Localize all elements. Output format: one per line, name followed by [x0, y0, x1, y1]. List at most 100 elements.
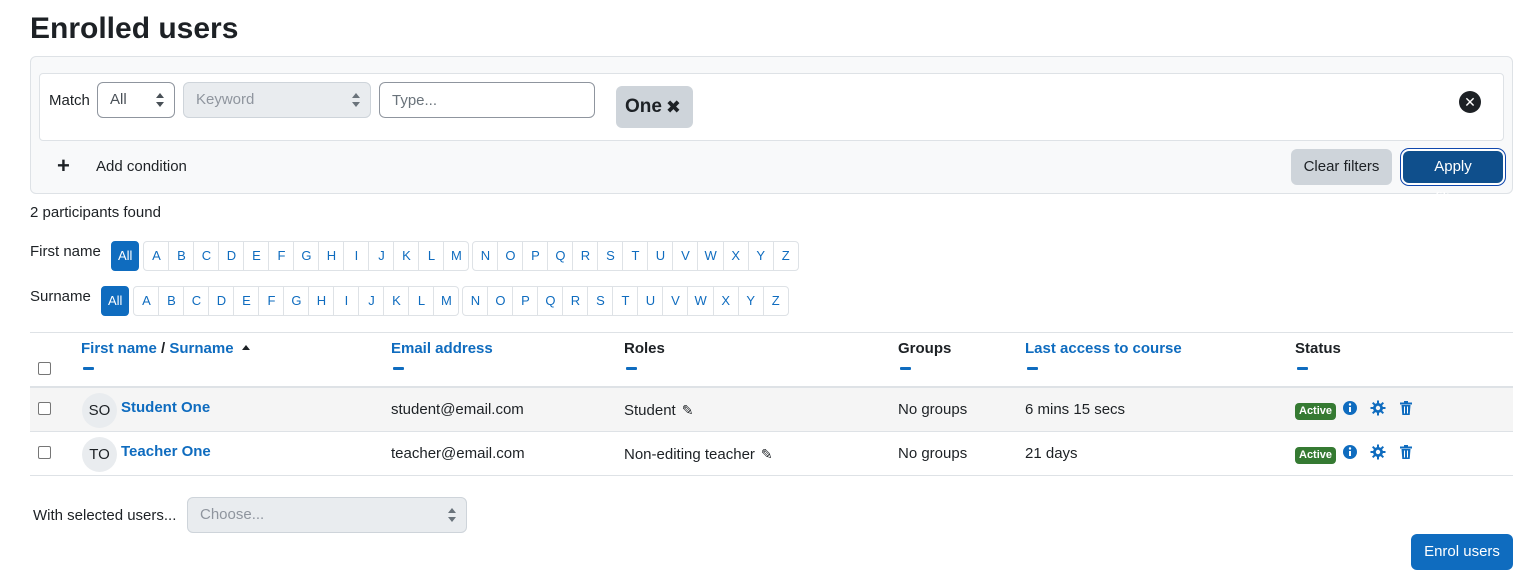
surname-initial-letter[interactable]: E [233, 286, 260, 316]
firstname-initial-letter[interactable]: Z [772, 241, 799, 271]
surname-initial-letter[interactable]: O [487, 286, 514, 316]
filter-chip[interactable]: One ✖ [616, 86, 693, 128]
participants-count: 2 participants found [30, 204, 161, 221]
surname-initial-letter[interactable]: S [587, 286, 614, 316]
row-select-checkbox[interactable] [38, 446, 51, 459]
user-groups: No groups [898, 401, 968, 418]
user-last-access: 21 days [1025, 445, 1078, 462]
firstname-initial-letter[interactable]: I [343, 241, 370, 271]
firstname-initial-letter[interactable]: E [243, 241, 270, 271]
user-name-link[interactable]: Student One [121, 398, 210, 418]
surname-initial-letter[interactable]: I [333, 286, 360, 316]
firstname-initial-letter[interactable]: T [622, 241, 649, 271]
gear-icon[interactable] [1370, 400, 1386, 416]
surname-initial-letter[interactable]: A [133, 286, 160, 316]
firstname-initial-letter[interactable]: V [672, 241, 699, 271]
bulk-action-select[interactable]: Choose... [187, 497, 467, 533]
surname-initial-letter[interactable]: J [358, 286, 385, 316]
firstname-initial-letter[interactable]: F [268, 241, 295, 271]
firstname-initial-letter[interactable]: W [697, 241, 724, 271]
surname-initial-letter[interactable]: G [283, 286, 310, 316]
firstname-initial-letter[interactable]: Q [547, 241, 574, 271]
surname-initial-letter[interactable]: F [258, 286, 285, 316]
select-all-checkbox[interactable] [38, 362, 51, 375]
surname-initial-letter[interactable]: Z [762, 286, 789, 316]
info-icon[interactable] [1342, 400, 1358, 416]
surname-initial-all[interactable]: All [101, 286, 130, 316]
firstname-initial-letter[interactable]: J [368, 241, 395, 271]
remove-condition-icon[interactable]: ✕ [1459, 91, 1481, 113]
user-groups: No groups [898, 445, 968, 462]
sort-surname-link[interactable]: Surname [169, 340, 233, 357]
remove-chip-icon[interactable]: ✖ [666, 86, 681, 128]
surname-initial-letter[interactable]: P [512, 286, 539, 316]
firstname-initial-letter[interactable]: X [722, 241, 749, 271]
surname-initial-letter[interactable]: B [158, 286, 185, 316]
surname-initial-letter[interactable]: N [462, 286, 489, 316]
surname-initial-letter[interactable]: Q [537, 286, 564, 316]
surname-initial-letter[interactable]: X [712, 286, 739, 316]
header-groups-label: Groups [898, 340, 952, 357]
apply-filters-button[interactable]: Apply filters [1403, 151, 1503, 207]
enrolled-users-page: Enrolled users Match All Keyword One ✖ ✕… [0, 0, 1536, 588]
plus-icon[interactable]: + [57, 154, 70, 178]
page-title: Enrolled users [30, 12, 239, 45]
collapse-column-icon[interactable] [900, 367, 911, 370]
add-condition-button[interactable]: Add condition [96, 157, 187, 177]
firstname-initial-letter[interactable]: B [168, 241, 195, 271]
user-name-link[interactable]: Teacher One [121, 442, 211, 462]
collapse-column-icon[interactable] [393, 367, 404, 370]
enrol-users-button[interactable]: Enrol users [1411, 534, 1513, 570]
trash-icon[interactable] [1398, 444, 1414, 460]
edit-roles-icon[interactable]: ✎ [761, 444, 773, 464]
edit-roles-icon[interactable]: ✎ [682, 400, 694, 420]
participants-table: First name / Surname Email address Roles… [30, 332, 1513, 476]
surname-initial-letter[interactable]: Y [737, 286, 764, 316]
firstname-initial-all[interactable]: All [111, 241, 140, 271]
match-label: Match [49, 92, 90, 109]
info-icon[interactable] [1342, 444, 1358, 460]
firstname-initial-letter[interactable]: H [318, 241, 345, 271]
firstname-initial-letter[interactable]: D [218, 241, 245, 271]
surname-initial-letter[interactable]: K [383, 286, 410, 316]
collapse-column-icon[interactable] [626, 367, 637, 370]
sort-firstname-link[interactable]: First name [81, 340, 157, 357]
surname-initial-letter[interactable]: M [433, 286, 460, 316]
firstname-initial-letter[interactable]: N [472, 241, 499, 271]
firstname-initial-letter[interactable]: K [393, 241, 420, 271]
surname-initial-letter[interactable]: T [612, 286, 639, 316]
surname-initial-letter[interactable]: U [637, 286, 664, 316]
surname-initial-letter[interactable]: H [308, 286, 335, 316]
sort-last-access-link[interactable]: Last access to course [1025, 340, 1182, 357]
match-select[interactable]: All [97, 82, 175, 118]
firstname-initial-letter[interactable]: O [497, 241, 524, 271]
collapse-column-icon[interactable] [1027, 367, 1038, 370]
firstname-initial-letter[interactable]: Y [747, 241, 774, 271]
clear-filters-button[interactable]: Clear filters [1291, 149, 1392, 185]
firstname-initial-letter[interactable]: L [418, 241, 445, 271]
surname-initial-letter[interactable]: C [183, 286, 210, 316]
surname-initials-label: Surname [30, 288, 91, 305]
gear-icon[interactable] [1370, 444, 1386, 460]
surname-initial-letter[interactable]: D [208, 286, 235, 316]
sort-email-link[interactable]: Email address [391, 340, 493, 357]
surname-initial-letter[interactable]: W [687, 286, 714, 316]
surname-initial-letter[interactable]: L [408, 286, 435, 316]
firstname-initial-letter[interactable]: C [193, 241, 220, 271]
firstname-initial-letter[interactable]: R [572, 241, 599, 271]
firstname-initial-letter[interactable]: G [293, 241, 320, 271]
row-select-checkbox[interactable] [38, 402, 51, 415]
firstname-initial-letter[interactable]: P [522, 241, 549, 271]
surname-initial-letter[interactable]: V [662, 286, 689, 316]
header-last-access: Last access to course [1025, 340, 1182, 370]
filter-type-select[interactable]: Keyword [183, 82, 371, 118]
firstname-initial-letter[interactable]: U [647, 241, 674, 271]
collapse-column-icon[interactable] [83, 367, 94, 370]
firstname-initial-letter[interactable]: A [143, 241, 170, 271]
filter-value-input[interactable] [379, 82, 595, 118]
firstname-initial-letter[interactable]: M [443, 241, 470, 271]
trash-icon[interactable] [1398, 400, 1414, 416]
collapse-column-icon[interactable] [1297, 367, 1308, 370]
surname-initial-letter[interactable]: R [562, 286, 589, 316]
firstname-initial-letter[interactable]: S [597, 241, 624, 271]
